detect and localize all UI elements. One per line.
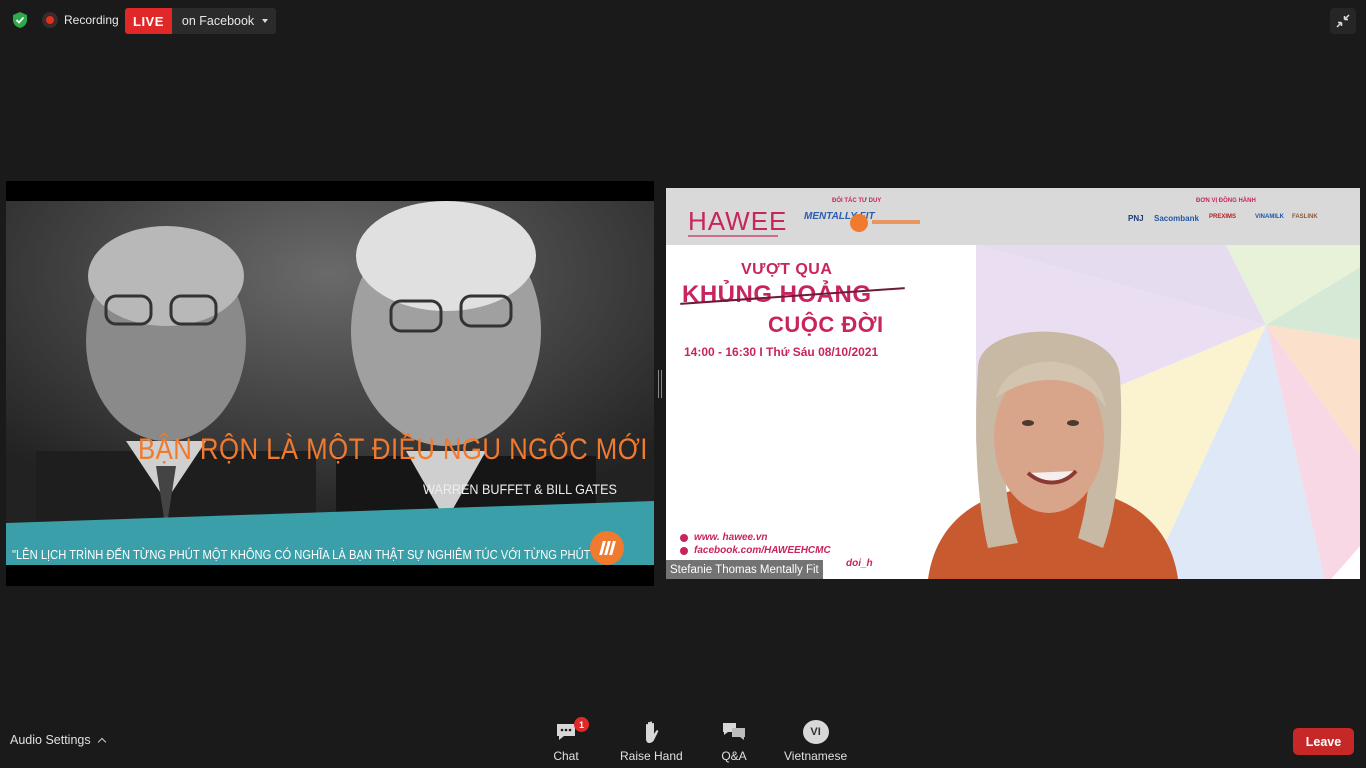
link-web-text: www. hawee.vn [694, 532, 768, 543]
event-link-web: www. hawee.vn [680, 532, 768, 543]
chevron-up-icon [97, 737, 106, 746]
participant-video-right[interactable]: HAWEE ĐỐI TÁC TƯ DUY MENTALLY FIT ĐƠN VỊ… [666, 188, 1360, 579]
split-view-handle[interactable] [658, 370, 662, 398]
livestream-menu[interactable]: LIVE on Facebook [125, 8, 277, 34]
event-link-hashtag: doi_h [846, 558, 873, 569]
banner-header: HAWEE ĐỐI TÁC TƯ DUY MENTALLY FIT ĐƠN VỊ… [666, 188, 1360, 245]
stream-target[interactable]: on Facebook [172, 8, 276, 34]
event-title-line2: KHỦNG HOẢNG [682, 281, 872, 308]
partner-logo-icon [850, 214, 868, 232]
shared-video-left[interactable]: BẬN RỘN LÀ MỘT ĐIỀU NGU NGỐC MỚI WARREN … [6, 181, 654, 586]
exit-fullscreen-icon [1336, 14, 1350, 28]
language-interpretation-button[interactable]: VI Vietnamese [784, 720, 847, 763]
live-badge: LIVE [125, 8, 172, 34]
qa-button[interactable]: Q&A [721, 720, 747, 763]
raise-hand-label: Raise Hand [620, 749, 683, 763]
language-code: VI [802, 720, 829, 744]
event-schedule: 14:00 - 16:30 I Thứ Sáu 08/10/2021 [684, 345, 879, 359]
sponsor-faslink: FASLINK [1292, 214, 1318, 220]
sponsor-pnj: PNJ [1128, 214, 1144, 223]
sponsor-sacombank: Sacombank [1154, 214, 1199, 223]
video-subtitle: WARREN BUFFET & BILL GATES [423, 481, 617, 497]
sponsor-vinamilk: VINAMILK [1255, 214, 1284, 220]
globe-icon [680, 533, 688, 542]
raise-hand-button[interactable]: Raise Hand [620, 720, 683, 763]
event-title-line1: VƯỢT QUA [741, 261, 833, 278]
audio-settings-label: Audio Settings [10, 733, 91, 747]
link-hashtag-text: doi_h [846, 558, 873, 569]
recording-label: Recording [64, 13, 119, 27]
hawee-logo: HAWEE [688, 206, 788, 236]
partner-label: ĐỐI TÁC TƯ DUY [832, 198, 882, 204]
qa-icon [721, 720, 747, 744]
stream-target-label: on Facebook [181, 14, 255, 28]
chat-button[interactable]: 1 Chat [553, 717, 589, 763]
hawee-underline [688, 235, 778, 237]
chat-label: Chat [553, 749, 579, 763]
video-frame: BẬN RỘN LÀ MỘT ĐIỀU NGU NGỐC MỚI WARREN … [6, 201, 654, 565]
exit-fullscreen-button[interactable] [1330, 8, 1356, 34]
video-title: BẬN RỘN LÀ MỘT ĐIỀU NGU NGỐC MỚI [138, 433, 648, 466]
facebook-icon [680, 546, 688, 555]
event-link-fb: facebook.com/HAWEEHCMC [680, 545, 831, 556]
video-quote: "LÊN LỊCH TRÌNH ĐẾN TỪNG PHÚT MỘT KHÔNG … [12, 547, 618, 562]
qa-label: Q&A [721, 749, 747, 763]
participant-person [928, 331, 1178, 579]
caret-down-icon [262, 19, 269, 23]
sponsor-prexims: PREXIMS [1209, 214, 1237, 220]
chat-icon: 1 [553, 717, 589, 744]
encryption-shield-icon[interactable] [10, 10, 30, 30]
hand-icon [638, 720, 664, 744]
sponsor-label: ĐƠN VỊ ĐỒNG HÀNH [1196, 198, 1256, 204]
meeting-topbar: Recording LIVE on Facebook [0, 0, 1366, 42]
language-icon: VI [802, 720, 829, 744]
recording-indicator[interactable]: Recording [42, 10, 119, 30]
mentally-fit-logo-icon [590, 531, 624, 565]
partner-tagline [872, 220, 920, 224]
participant-name-tag: Stefanie Thomas Mentally Fit [666, 560, 823, 579]
audio-settings-button[interactable]: Audio Settings [10, 733, 106, 747]
chat-badge: 1 [574, 717, 589, 732]
link-fb-text: facebook.com/HAWEEHCMC [694, 545, 831, 556]
leave-button[interactable]: Leave [1293, 728, 1354, 755]
language-label: Vietnamese [784, 749, 848, 763]
recording-dot-icon [42, 12, 58, 28]
event-title-line3: CUỘC ĐỜI [768, 312, 884, 337]
